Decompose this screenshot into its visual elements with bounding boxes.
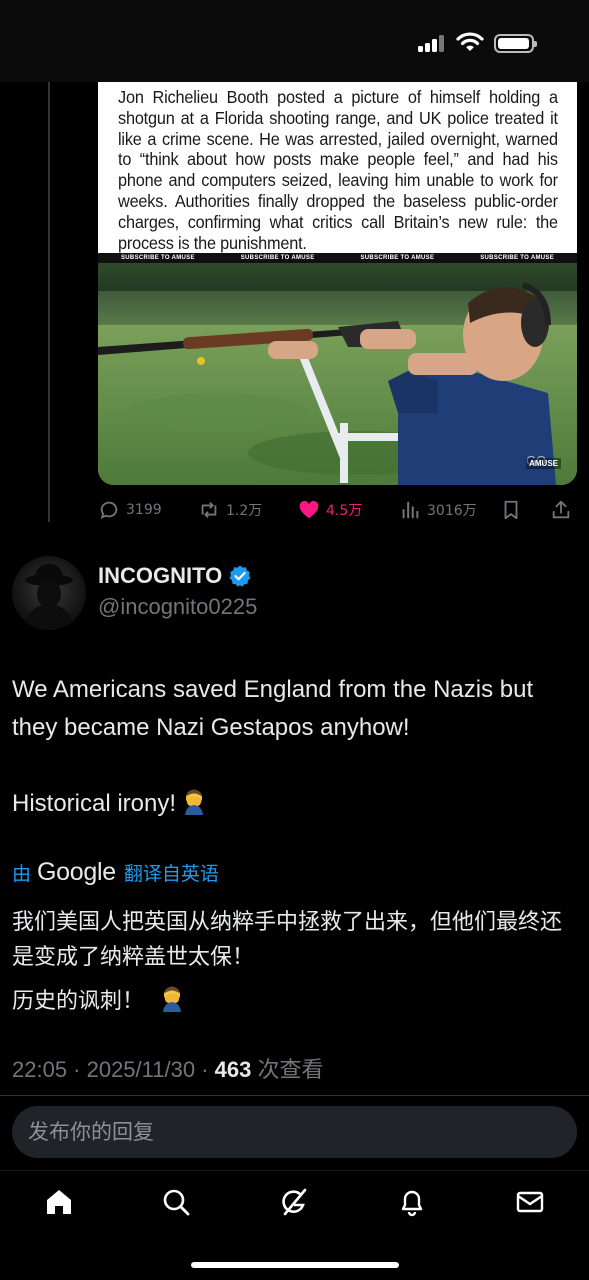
author-avatar[interactable] <box>12 556 86 630</box>
repost-button[interactable]: 1.2万 <box>198 496 262 524</box>
face-palm-emoji-icon <box>185 789 204 815</box>
status-bar <box>0 0 589 82</box>
author-name[interactable]: INCOGNITO <box>98 563 252 589</box>
views-count: 3016万 <box>427 503 477 519</box>
strip-label: SUBSCRIBE TO AMUSE <box>480 255 554 261</box>
like-button[interactable]: 4.5万 <box>298 496 362 524</box>
reply-input[interactable] <box>12 1106 577 1158</box>
tab-messages[interactable] <box>513 1185 547 1219</box>
heart-filled-icon <box>299 500 319 519</box>
reply-button[interactable]: 3199 <box>98 496 162 524</box>
strip-label: SUBSCRIBE TO AMUSE <box>240 255 315 261</box>
amuse-watermark: AMUSE <box>526 458 561 469</box>
strip-label: SUBSCRIBE TO AMUSE <box>121 255 195 261</box>
author-display-name: INCOGNITO <box>98 563 223 588</box>
reply-composer[interactable] <box>12 1106 577 1158</box>
google-logo: Google <box>37 857 116 886</box>
author-handle[interactable]: @incognito0225 <box>98 594 257 620</box>
bookmark-button[interactable] <box>500 496 528 524</box>
shooting-range-photo: GO <box>98 263 577 485</box>
thread-connector-line <box>48 82 50 522</box>
spy-silhouette-icon <box>24 564 74 630</box>
cellular-signal-icon <box>418 34 446 52</box>
view-count-label: 次查看 <box>251 1057 324 1082</box>
reply-count: 3199 <box>126 502 162 518</box>
post-text: We Americans saved England from the Nazi… <box>12 676 534 817</box>
divider <box>0 1095 589 1096</box>
repost-icon <box>201 502 217 518</box>
share-button[interactable] <box>550 496 578 524</box>
notifications-icon <box>401 1190 423 1217</box>
tab-grok[interactable] <box>277 1185 311 1219</box>
wifi-icon <box>456 32 484 51</box>
share-icon <box>552 500 570 519</box>
post-body: We Americans saved England from the Nazi… <box>12 671 582 823</box>
reply-icon <box>100 501 118 519</box>
grok-icon <box>282 1188 307 1216</box>
battery-icon <box>494 34 537 53</box>
repost-count: 1.2万 <box>226 503 263 519</box>
views-button[interactable]: 3016万 <box>399 496 477 524</box>
home-icon <box>47 1190 71 1214</box>
translated-by-google[interactable]: 由 Google 翻译自英语 <box>12 856 219 888</box>
post-timestamp-views: 22:05 · 2025/11/30 · 463 次查看 <box>12 1052 323 1084</box>
like-count: 4.5万 <box>326 503 363 519</box>
verified-badge-icon <box>229 565 251 587</box>
translated-text-line-2: 历史的讽刺！ <box>12 984 186 1019</box>
bookmark-icon <box>504 500 518 520</box>
view-count: 463 <box>214 1057 252 1082</box>
post-timestamp[interactable]: 22:05 · 2025/11/30 · <box>12 1057 215 1082</box>
tab-notifications[interactable] <box>395 1185 429 1219</box>
subscribe-strip: SUBSCRIBE TO AMUSE SUBSCRIBE TO AMUSE SU… <box>98 253 577 263</box>
translated-irony-text: 历史的讽刺！ <box>12 989 145 1014</box>
image-caption-text: Jon Richelieu Booth posted a picture of … <box>118 87 558 253</box>
post-image[interactable]: Jon Richelieu Booth posted a picture of … <box>98 82 577 485</box>
tab-home[interactable] <box>42 1185 76 1219</box>
search-icon <box>163 1189 190 1216</box>
translate-prefix: 由 <box>12 862 32 885</box>
home-indicator[interactable] <box>191 1262 399 1268</box>
translated-text: 我们美国人把英国从纳粹手中拯救了出来，但他们最终还是变成了纳粹盖世太保！ <box>12 910 563 970</box>
face-palm-emoji-icon <box>163 986 182 1012</box>
tab-search[interactable] <box>159 1185 193 1219</box>
strip-label: SUBSCRIBE TO AMUSE <box>360 255 435 261</box>
views-chart-icon <box>402 501 419 519</box>
translate-label: 翻译自英语 <box>123 862 219 885</box>
post-actions-bar: 3199 1.2万 4.5万 3016万 <box>98 496 577 524</box>
messages-icon <box>516 1191 544 1213</box>
